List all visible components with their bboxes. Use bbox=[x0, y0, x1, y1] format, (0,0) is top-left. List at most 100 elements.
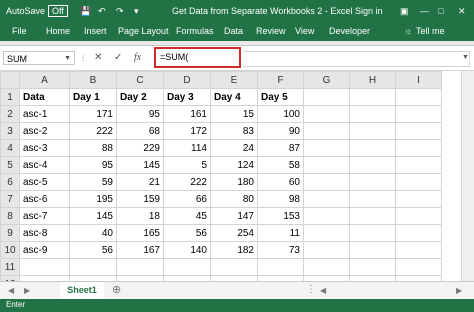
select-all-corner[interactable] bbox=[0, 71, 20, 89]
cell[interactable] bbox=[163, 258, 211, 276]
cell[interactable] bbox=[349, 173, 396, 191]
cell[interactable] bbox=[303, 258, 350, 276]
cell[interactable] bbox=[395, 122, 442, 140]
cell[interactable]: Data bbox=[19, 88, 70, 106]
tab-home[interactable]: Home bbox=[46, 26, 70, 36]
cell[interactable]: asc-4 bbox=[19, 156, 70, 174]
cell[interactable]: 66 bbox=[163, 190, 211, 208]
tab-page-layout[interactable]: Page Layout bbox=[118, 26, 169, 36]
cell[interactable] bbox=[303, 241, 350, 259]
cell[interactable]: 100 bbox=[257, 105, 304, 123]
cell[interactable] bbox=[349, 139, 396, 157]
cell[interactable]: 95 bbox=[116, 105, 164, 123]
cell[interactable]: 229 bbox=[116, 139, 164, 157]
scroll-right-icon[interactable]: ▶ bbox=[456, 286, 462, 295]
cell[interactable]: 5 bbox=[163, 156, 211, 174]
cell[interactable] bbox=[395, 241, 442, 259]
cell[interactable] bbox=[349, 207, 396, 225]
row-header[interactable]: 9 bbox=[0, 224, 20, 242]
row-header[interactable]: 3 bbox=[0, 122, 20, 140]
autosave-toggle[interactable]: Off bbox=[48, 5, 68, 17]
cell[interactable]: 180 bbox=[210, 173, 258, 191]
cell[interactable]: 40 bbox=[69, 224, 117, 242]
cell[interactable] bbox=[69, 258, 117, 276]
cell[interactable]: Day 2 bbox=[116, 88, 164, 106]
cell[interactable]: 45 bbox=[163, 207, 211, 225]
cell[interactable] bbox=[395, 88, 442, 106]
tab-insert[interactable]: Insert bbox=[84, 26, 107, 36]
cell[interactable]: 15 bbox=[210, 105, 258, 123]
cell[interactable]: Day 4 bbox=[210, 88, 258, 106]
column-header[interactable]: D bbox=[163, 71, 211, 89]
cell[interactable] bbox=[349, 105, 396, 123]
column-header[interactable]: E bbox=[210, 71, 258, 89]
cell[interactable]: 83 bbox=[210, 122, 258, 140]
cell[interactable]: 98 bbox=[257, 190, 304, 208]
cell[interactable]: 161 bbox=[163, 105, 211, 123]
redo-icon[interactable]: ↷ bbox=[116, 6, 124, 17]
sign-in-link[interactable]: Sign in bbox=[355, 6, 383, 16]
column-header[interactable]: C bbox=[116, 71, 164, 89]
cell[interactable]: 87 bbox=[257, 139, 304, 157]
cell[interactable]: asc-7 bbox=[19, 207, 70, 225]
cell[interactable] bbox=[303, 122, 350, 140]
cell[interactable] bbox=[395, 224, 442, 242]
tab-file[interactable]: File bbox=[12, 26, 27, 36]
row-header[interactable]: 1 bbox=[0, 88, 20, 106]
tab-developer[interactable]: Developer bbox=[329, 26, 370, 36]
formula-input-extension[interactable] bbox=[243, 51, 470, 67]
cell[interactable] bbox=[349, 241, 396, 259]
name-box-dropdown-icon[interactable]: ▼ bbox=[64, 52, 71, 66]
cell[interactable]: 68 bbox=[116, 122, 164, 140]
tell-me-search[interactable]: Tell me bbox=[416, 26, 445, 36]
cell[interactable]: asc-9 bbox=[19, 241, 70, 259]
cell[interactable]: 172 bbox=[163, 122, 211, 140]
cancel-icon[interactable]: ✕ bbox=[94, 52, 102, 63]
column-header[interactable]: F bbox=[257, 71, 304, 89]
next-sheet-icon[interactable]: ▶ bbox=[24, 286, 30, 295]
tab-review[interactable]: Review bbox=[256, 26, 286, 36]
cell[interactable] bbox=[303, 190, 350, 208]
cell[interactable] bbox=[349, 156, 396, 174]
cell[interactable] bbox=[395, 139, 442, 157]
row-header[interactable]: 10 bbox=[0, 241, 20, 259]
cell[interactable]: 80 bbox=[210, 190, 258, 208]
cell[interactable]: asc-1 bbox=[19, 105, 70, 123]
cell[interactable] bbox=[349, 122, 396, 140]
cell[interactable] bbox=[303, 173, 350, 191]
cell[interactable]: 21 bbox=[116, 173, 164, 191]
cell[interactable] bbox=[116, 258, 164, 276]
row-header[interactable]: 6 bbox=[0, 173, 20, 191]
formula-input[interactable]: =SUM( bbox=[154, 47, 241, 68]
cell[interactable]: 145 bbox=[116, 156, 164, 174]
cell[interactable] bbox=[303, 88, 350, 106]
cell[interactable]: 59 bbox=[69, 173, 117, 191]
cell[interactable] bbox=[19, 258, 70, 276]
column-header[interactable]: A bbox=[19, 71, 70, 89]
cell[interactable] bbox=[395, 190, 442, 208]
cell[interactable] bbox=[349, 224, 396, 242]
cell[interactable]: 182 bbox=[210, 241, 258, 259]
cell[interactable] bbox=[395, 173, 442, 191]
cell[interactable] bbox=[303, 139, 350, 157]
cell[interactable]: 114 bbox=[163, 139, 211, 157]
name-box[interactable]: SUM ▼ bbox=[3, 51, 75, 65]
cell[interactable]: 88 bbox=[69, 139, 117, 157]
cell[interactable]: 24 bbox=[210, 139, 258, 157]
cell[interactable]: 95 bbox=[69, 156, 117, 174]
cell[interactable]: 56 bbox=[69, 241, 117, 259]
cell[interactable] bbox=[349, 258, 396, 276]
cell[interactable]: 147 bbox=[210, 207, 258, 225]
cell[interactable]: 90 bbox=[257, 122, 304, 140]
cell[interactable]: asc-2 bbox=[19, 122, 70, 140]
close-icon[interactable]: ✕ bbox=[458, 6, 466, 17]
cell[interactable] bbox=[210, 258, 258, 276]
scroll-left-icon[interactable]: ◀ bbox=[320, 286, 326, 295]
previous-sheet-icon[interactable]: ◀ bbox=[8, 286, 14, 295]
cell[interactable]: 165 bbox=[116, 224, 164, 242]
minimize-icon[interactable]: — bbox=[420, 6, 429, 16]
cell[interactable]: 195 bbox=[69, 190, 117, 208]
cell[interactable] bbox=[303, 207, 350, 225]
cell[interactable] bbox=[303, 224, 350, 242]
cell[interactable]: Day 1 bbox=[69, 88, 117, 106]
